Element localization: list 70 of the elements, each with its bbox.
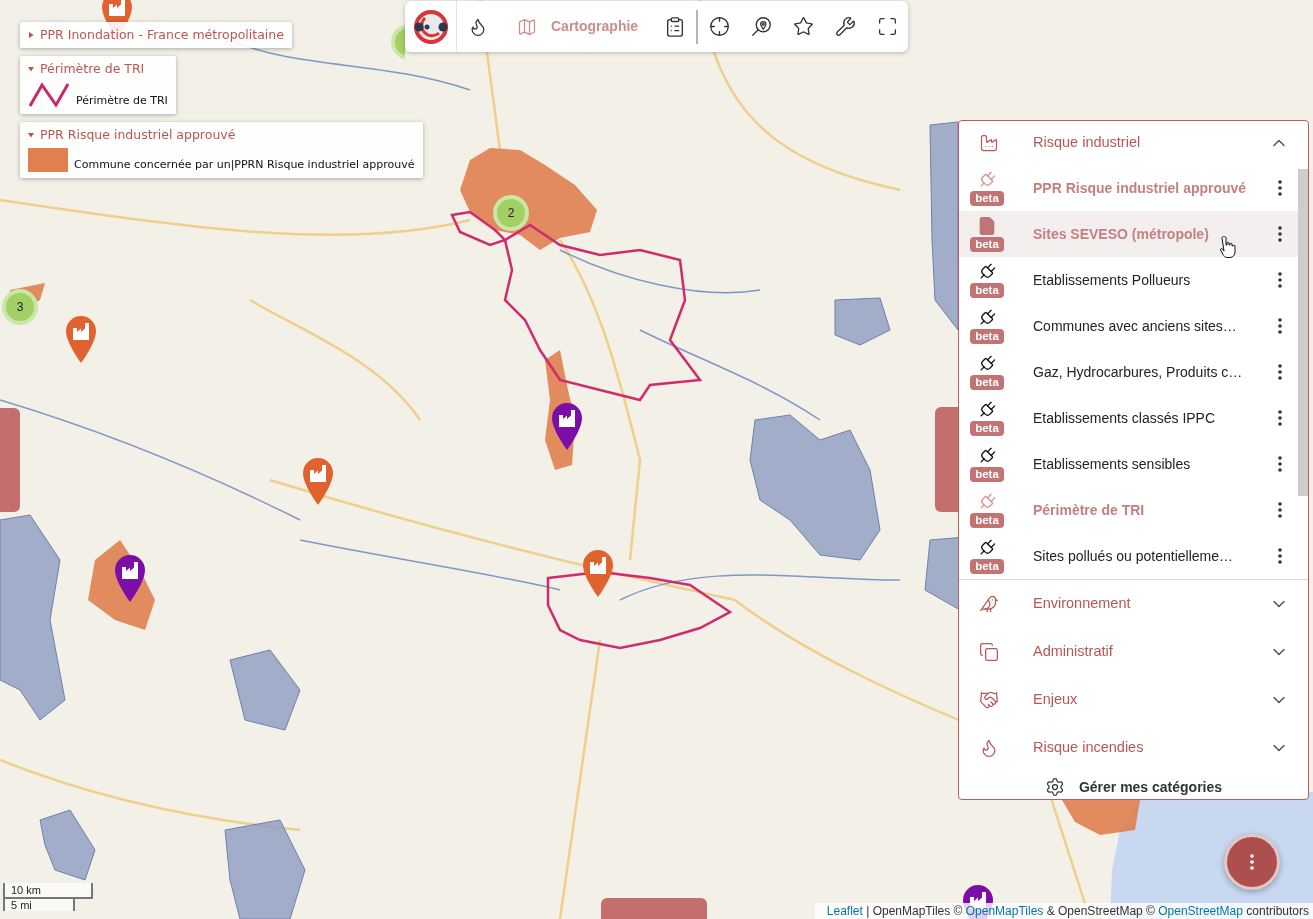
bird-icon xyxy=(979,594,999,614)
kebab-menu-icon xyxy=(1278,410,1282,426)
beta-badge: beta xyxy=(970,375,1004,390)
flood-zone-area xyxy=(39,809,96,881)
category-header[interactable]: Enjeux xyxy=(959,676,1308,724)
beta-badge: beta xyxy=(970,559,1004,574)
factory-pin-icon[interactable] xyxy=(115,555,145,603)
factory-pin-icon[interactable] xyxy=(66,316,96,364)
beta-badge: beta xyxy=(970,513,1004,528)
map-icon xyxy=(517,16,537,37)
attribution-link[interactable]: OpenMapTiles xyxy=(965,904,1044,918)
scale-bar: 5 mi xyxy=(3,897,75,911)
stacked-frames-icon xyxy=(979,642,999,662)
pointer-cursor-icon xyxy=(1219,235,1237,259)
kebab-menu-icon xyxy=(1278,272,1282,288)
beta-badge: beta xyxy=(970,467,1004,482)
layer-name[interactable]: Sites pollués ou potentielleme… xyxy=(1033,545,1268,567)
factory-pin-icon[interactable] xyxy=(303,458,333,506)
beta-badge: beta xyxy=(970,421,1004,436)
manage-categories-button[interactable]: Gérer mes catégories xyxy=(1044,773,1223,799)
kebab-menu-icon xyxy=(1250,854,1254,870)
legend-title[interactable]: PPR Risque industriel approuvé xyxy=(20,122,423,148)
attribution-link[interactable]: Leaflet xyxy=(826,904,863,918)
layer-name[interactable]: Périmètre de TRI xyxy=(1033,499,1268,521)
crosshair-icon xyxy=(708,16,730,37)
handshake-icon xyxy=(979,690,999,710)
layer-name[interactable]: PPR Risque industriel approuvé xyxy=(1033,177,1268,199)
category-header[interactable]: Administratif xyxy=(959,628,1308,676)
star-icon xyxy=(792,16,814,37)
category-header[interactable]: Risque incendies xyxy=(959,724,1308,772)
kebab-menu-icon xyxy=(1278,180,1282,196)
scrollbar[interactable] xyxy=(1298,169,1308,496)
attribution-text: Leaflet | OpenMapTiles © OpenMapTiles & OpenStreetMap © OpenStreetMap contributors xyxy=(814,903,1313,919)
search-location-icon xyxy=(750,16,772,37)
right-panel-handle[interactable] xyxy=(935,407,959,512)
map-tab[interactable]: Cartographie xyxy=(499,1,655,52)
beta-badge: beta xyxy=(970,191,1004,206)
flood-zone-area xyxy=(834,297,891,346)
factory-pin-icon[interactable] xyxy=(583,550,613,598)
layer-name[interactable]: Etablissements classés IPPC xyxy=(1033,407,1268,429)
beta-badge: beta xyxy=(970,283,1004,298)
layer-name[interactable]: Gaz, Hydrocarbures, Produits c… xyxy=(1033,361,1268,383)
layer-name[interactable]: Sites SEVESO (métropole) xyxy=(1033,223,1268,245)
kebab-menu-icon xyxy=(1278,502,1282,518)
factory-icon xyxy=(979,133,999,153)
bottom-panel-handle[interactable] xyxy=(601,898,707,919)
category-header[interactable]: Risque industriel xyxy=(959,121,1308,165)
kebab-menu-icon xyxy=(1278,226,1282,242)
scale-bar: 10 km xyxy=(3,883,93,899)
logo-icon[interactable] xyxy=(412,8,449,45)
factory-pin-icon[interactable] xyxy=(552,403,582,451)
kebab-menu-icon xyxy=(1278,364,1282,380)
kebab-menu-icon xyxy=(1278,548,1282,564)
legend-title[interactable]: PPR Inondation - France métropolitaine xyxy=(20,22,292,48)
beta-badge: beta xyxy=(970,329,1004,344)
left-panel-handle[interactable] xyxy=(0,408,20,512)
legend-title[interactable]: Périmètre de TRI xyxy=(20,56,176,82)
category-header[interactable]: Environnement xyxy=(959,580,1308,628)
legend-label: Commune concernée par un|PPRN Risque industriel approuvé xyxy=(74,158,415,172)
attribution-link[interactable]: OpenStreetMap xyxy=(1158,904,1243,918)
kebab-menu-icon xyxy=(1278,318,1282,334)
legend-label: Périmètre de TRI xyxy=(76,94,168,108)
layer-name[interactable]: Etablissements sensibles xyxy=(1033,453,1268,475)
layer-name[interactable]: Etablissements Pollueurs xyxy=(1033,269,1268,291)
fullscreen-icon xyxy=(876,16,898,37)
settings-icon xyxy=(1044,777,1065,797)
kebab-menu-icon xyxy=(1278,456,1282,472)
wrench-icon xyxy=(834,16,856,37)
layer-name[interactable]: Communes avec anciens sites… xyxy=(1033,315,1268,337)
beta-badge: beta xyxy=(970,237,1004,252)
